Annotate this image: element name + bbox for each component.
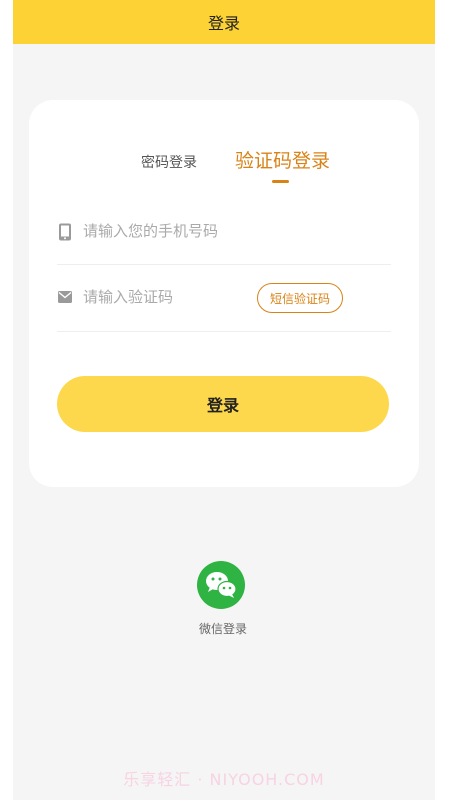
wechat-login-label: 微信登录 (198, 622, 247, 636)
top-bar: 登录 (13, 0, 435, 44)
tab-password-login[interactable]: 密码登录 (141, 152, 197, 172)
divider (57, 264, 391, 265)
page-title: 登录 (207, 14, 240, 33)
phone-input[interactable] (83, 222, 403, 240)
divider (57, 331, 391, 332)
send-sms-code-button[interactable]: 短信验证码 (257, 283, 343, 313)
app-screen: 登录 密码登录 验证码登录 短信验证码 登录 微信登录 乐享轻汇 · NIYOO… (13, 0, 435, 800)
phone-icon (59, 223, 71, 241)
tab-code-login[interactable]: 验证码登录 (235, 146, 330, 173)
login-button[interactable]: 登录 (57, 376, 389, 432)
wechat-login-button[interactable] (197, 561, 245, 609)
mail-icon (58, 291, 72, 303)
watermark: 乐享轻汇 · NIYOOH.COM (123, 770, 325, 789)
verification-code-input[interactable] (83, 288, 253, 306)
active-tab-indicator (272, 180, 289, 183)
wechat-icon (206, 572, 237, 598)
